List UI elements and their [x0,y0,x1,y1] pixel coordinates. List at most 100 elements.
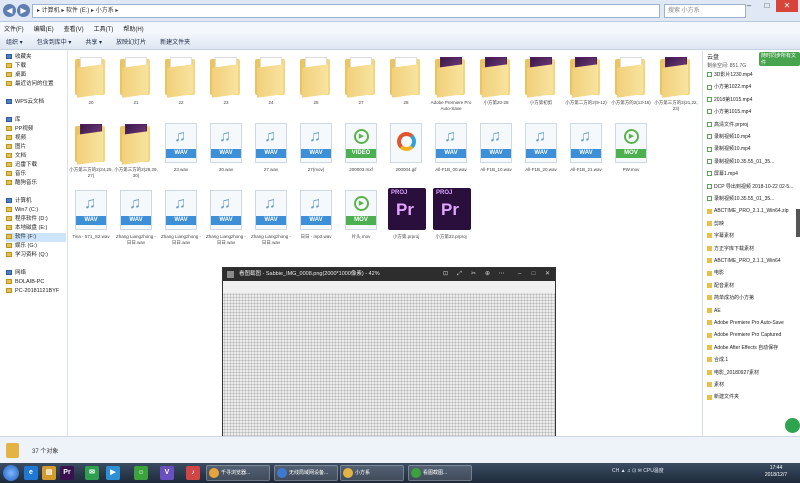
fit-button[interactable]: ⊡ [441,270,450,279]
toolbar-button[interactable]: 包含到库中 ▾ [37,37,72,46]
taskbar-window-button[interactable]: 无线局域网设备... [274,465,338,481]
cloud-list-item[interactable]: 素材 [707,381,799,389]
nav-item[interactable]: 本地磁盘 (E:) [6,224,47,233]
nav-item[interactable]: Win7 (C:) [6,206,38,215]
crop-button[interactable]: ✂ [469,270,478,279]
file-item[interactable]: 小方第二方的2(9-12) [564,54,608,120]
file-item[interactable]: 200004.gif [384,121,428,187]
viewer-close-button[interactable]: ✕ [543,270,552,279]
menu-item[interactable]: 编辑(E) [34,24,54,33]
file-item[interactable]: 24 [249,54,293,120]
file-item[interactable]: ♫ WAV All-F1B_10.wav [474,121,518,187]
start-button[interactable] [3,465,19,481]
nav-item[interactable]: 计算机 [6,197,32,206]
taskbar-app-icon[interactable]: ☺ [134,466,148,480]
menu-item[interactable]: 文件(F) [4,24,24,33]
file-item[interactable]: ♫ WAV 日日 - mp3.wav [294,188,338,254]
nav-item[interactable]: 学习资料 (Q:) [6,251,48,260]
nav-item[interactable]: 图片 [6,143,26,152]
cloud-list-item[interactable]: ABCTIME_PRO_2.1.1_Win64.zip [707,207,799,215]
cloud-list-item[interactable]: AE [707,307,799,315]
zoom-button[interactable]: ⊕ [483,270,492,279]
nav-item[interactable]: 文档 [6,152,26,161]
nav-item[interactable]: BOLAIB-PC [6,278,44,287]
maximize-button[interactable]: □ [758,0,776,12]
cloud-list-item[interactable]: DCP 导出到视频 2018-10-22 02-5... [707,183,799,191]
nav-item[interactable]: 酷狗音乐 [6,179,37,188]
nav-item[interactable]: 库 [6,116,21,125]
taskbar-app-icon[interactable]: ♪ [186,466,200,480]
menu-item[interactable]: 帮助(H) [123,24,143,33]
cloud-list-item[interactable]: 合成.1 [707,356,799,364]
file-item[interactable]: 21 [114,54,158,120]
file-item[interactable]: ▶ MOV 片头.mov [339,188,383,254]
file-item[interactable]: ♫ WAV Zhang Liangzhong - 日日.wav [159,188,203,254]
nav-item[interactable]: 程序软件 (D:) [6,215,48,224]
taskbar-app-icon[interactable]: V [160,466,174,480]
cloud-list-item[interactable]: 录制视频10.35.55_01_35... [707,195,799,203]
file-item[interactable]: 小方第三方的2(28,29,30) [114,121,158,187]
file-item[interactable]: ♫ WAV Zhang Liangzhong - 日日.wav [249,188,293,254]
more-button[interactable]: ⋯ [497,270,506,279]
nav-item[interactable]: 最近访问的位置 [6,80,54,89]
nav-item[interactable]: 娱乐 (G:) [6,242,37,251]
cloud-list-item[interactable]: Adobe Premiere Pro Auto-Save [707,319,799,327]
file-item[interactable]: 22 [159,54,203,120]
toolbar-button[interactable]: 放映幻灯片 [116,37,146,46]
file-item[interactable]: ♫ WAV 20.wav [204,121,248,187]
cloud-list-item[interactable]: 录制视频10.mp4 [707,145,799,153]
cloud-list-item[interactable]: 字幕素材 [707,232,799,240]
cloud-list-item[interactable]: 3D影片1230.mp4 [707,71,799,79]
file-item[interactable]: ♫ WAV Zhang Liangzhong - 日日.wav [204,188,248,254]
file-item[interactable]: 小方第方的2(13-16) [609,54,653,120]
file-item[interactable]: 23 [204,54,248,120]
forward-button[interactable]: ▶ [17,4,30,17]
cloud-list-item[interactable]: 屏幕1.mp4 [707,170,799,178]
taskbar-window-button[interactable]: 看图截图... [408,465,472,481]
cloud-list-item[interactable]: 2018第1015.mp4 [707,96,799,104]
taskbar-app-icon[interactable]: e [24,466,38,480]
cloud-list-item[interactable]: 录制视频10.35.55_01_35... [707,158,799,166]
menu-item[interactable]: 查看(V) [64,24,84,33]
panel-scrollbar[interactable] [796,209,800,237]
cloud-list-item[interactable]: 电影 [707,269,799,277]
file-item[interactable]: 小方第三方的2(24,25,27) [69,121,113,187]
file-item[interactable]: PROJ Pr 小方第32.prproj [429,188,473,254]
fullscreen-button[interactable]: ⤢ [455,270,464,279]
nav-item[interactable]: 软件 (F:) [6,233,66,242]
toolbar-button[interactable]: 新建文件夹 [160,37,190,46]
file-item[interactable]: PROJ Pr 小方第.prproj [384,188,428,254]
address-path[interactable]: ▸ 计算机 ▸ 软件 (E:) ▸ 小方系 ▸ [32,4,660,18]
file-item[interactable]: ▶ MOV PW.mov [609,121,653,187]
taskbar-window-button[interactable]: 小方系 [340,465,404,481]
cloud-list-item[interactable]: 电影_20180927素材 [707,369,799,377]
viewer-maximize-button[interactable]: □ [529,270,538,279]
viewer-image-canvas[interactable] [223,281,555,446]
file-item[interactable]: Adobe Premiere Pro Auto-Save [429,54,473,120]
nav-item[interactable]: 下载 [6,62,26,71]
file-item[interactable]: 25 [294,54,338,120]
file-item[interactable]: ♫ WAV 27(mov) [294,121,338,187]
nav-item[interactable]: 桌面 [6,71,26,80]
file-item[interactable]: 28 [384,54,428,120]
file-item[interactable]: ♫ WAV All-F1B_21.wav [564,121,608,187]
file-item[interactable]: 小方第初剪 [519,54,563,120]
file-item[interactable]: ▶ VIDEO 200003.mxf [339,121,383,187]
nav-item[interactable]: 迅雷下载 [6,161,37,170]
viewer-minimize-button[interactable]: – [515,270,524,279]
taskbar-app-icon[interactable]: ✉ [85,466,99,480]
nav-item[interactable]: WPS云文档 [6,98,44,107]
minimize-button[interactable]: – [740,0,758,12]
taskbar-app-icon[interactable]: ▶ [106,466,120,480]
search-input[interactable]: 搜索 小方系 [664,4,746,18]
cloud-list-item[interactable]: 剪映 [707,220,799,228]
system-tray[interactable]: CH ▲ ♫ ⊡ ✉ CPU温度 [612,467,664,474]
cloud-list-item[interactable]: 小方第1015.mp4 [707,108,799,116]
cloud-list-item[interactable]: Adobe Premiere Pro Captured [707,331,799,339]
file-item[interactable]: 27 [339,54,383,120]
cloud-list-item[interactable]: 高清文件.prproj [707,121,799,129]
back-button[interactable]: ◀ [3,4,16,17]
cloud-list-item[interactable]: 新建文件夹 [707,393,799,401]
nav-item[interactable]: 收藏夹 [6,53,32,62]
nav-item[interactable]: 网络 [6,269,26,278]
